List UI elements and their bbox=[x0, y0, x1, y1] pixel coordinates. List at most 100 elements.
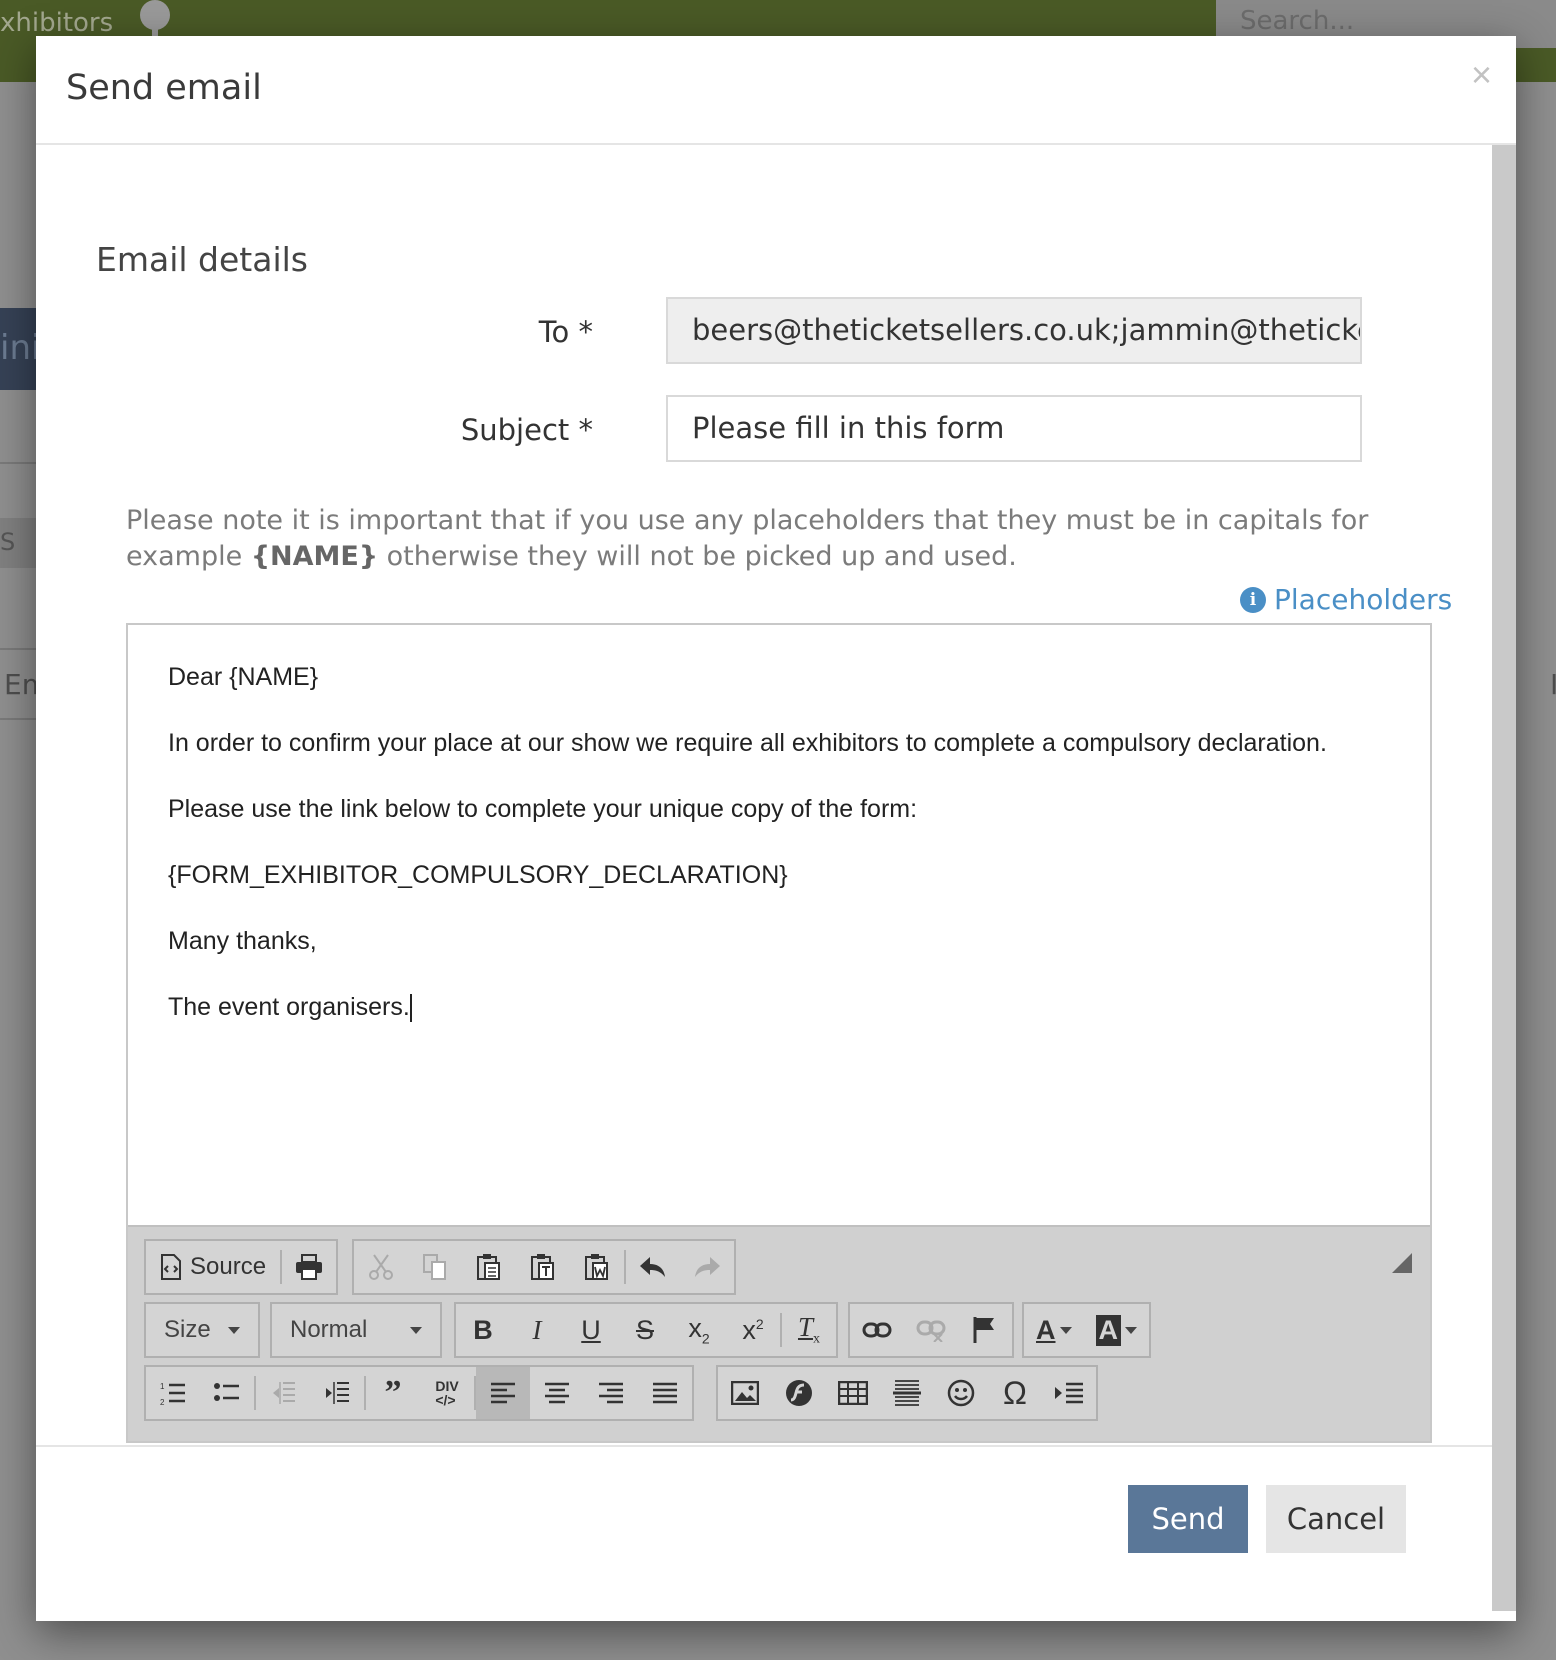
editor-paragraph: Many thanks, bbox=[168, 927, 317, 955]
toolbar-group-links bbox=[848, 1302, 1014, 1358]
font-size-label: Size bbox=[164, 1316, 211, 1343]
cancel-button[interactable]: Cancel bbox=[1266, 1485, 1406, 1553]
horizontal-rule-icon bbox=[893, 1380, 921, 1406]
smiley-icon bbox=[947, 1379, 975, 1407]
placeholders-link[interactable]: i Placeholders bbox=[1240, 583, 1452, 616]
editor-paragraph: The event organisers. bbox=[168, 993, 410, 1021]
copy-icon bbox=[423, 1254, 446, 1280]
create-div-button[interactable]: DIV </> bbox=[420, 1367, 474, 1419]
cut-icon bbox=[369, 1254, 393, 1280]
underline-button[interactable]: U bbox=[564, 1304, 618, 1356]
format-label: Normal bbox=[290, 1316, 368, 1343]
link-icon bbox=[862, 1322, 892, 1338]
strikethrough-icon: S bbox=[635, 1314, 654, 1345]
numbered-list-button[interactable]: 12 bbox=[146, 1367, 200, 1419]
special-char-button[interactable]: Ω bbox=[988, 1367, 1042, 1419]
send-button[interactable]: Send bbox=[1128, 1485, 1248, 1553]
chevron-down-icon bbox=[1059, 1326, 1072, 1334]
image-button[interactable] bbox=[718, 1367, 772, 1419]
outdent-icon bbox=[273, 1382, 295, 1404]
print-button[interactable] bbox=[282, 1241, 336, 1293]
toolbar-group-insert: Ω bbox=[716, 1365, 1098, 1421]
source-button[interactable]: Source bbox=[146, 1241, 280, 1293]
modal-footer: Send Cancel bbox=[36, 1445, 1492, 1621]
modal-scrollbar[interactable] bbox=[1492, 145, 1516, 1611]
justify-button[interactable] bbox=[638, 1367, 692, 1419]
quote-icon: ” bbox=[384, 1374, 402, 1411]
scrollbar-thumb[interactable] bbox=[1492, 145, 1516, 1611]
to-input[interactable]: beers@theticketsellers.co.uk;jammin@thet… bbox=[666, 297, 1362, 364]
omega-icon: Ω bbox=[1003, 1374, 1027, 1411]
svg-text:1: 1 bbox=[160, 1382, 165, 1391]
redo-button[interactable] bbox=[680, 1241, 734, 1293]
text-color-button[interactable]: A bbox=[1024, 1304, 1084, 1356]
align-right-button[interactable] bbox=[584, 1367, 638, 1419]
anchor-button[interactable] bbox=[958, 1304, 1012, 1356]
chevron-down-icon bbox=[410, 1326, 422, 1334]
font-size-combo[interactable]: Size bbox=[144, 1302, 260, 1358]
toolbar-group-clipboard bbox=[352, 1239, 736, 1295]
underline-icon: U bbox=[581, 1314, 601, 1345]
note-example: {NAME} bbox=[250, 541, 379, 572]
outdent-button[interactable] bbox=[256, 1367, 310, 1419]
to-label: To * bbox=[538, 315, 593, 349]
svg-text:2: 2 bbox=[160, 1398, 165, 1406]
source-icon bbox=[161, 1254, 181, 1280]
indent-icon bbox=[326, 1382, 349, 1404]
smiley-button[interactable] bbox=[934, 1367, 988, 1419]
subscript-button[interactable]: x2 bbox=[672, 1304, 726, 1356]
section-title: Email details bbox=[96, 240, 308, 279]
flag-icon bbox=[973, 1317, 994, 1343]
print-icon bbox=[296, 1254, 323, 1280]
bold-icon: B bbox=[473, 1314, 493, 1345]
justify-icon bbox=[653, 1382, 677, 1404]
unlink-button[interactable] bbox=[904, 1304, 958, 1356]
page-break-icon bbox=[1055, 1382, 1083, 1404]
paste-text-icon bbox=[531, 1254, 554, 1280]
editor-content[interactable]: Dear {NAME} In order to confirm your pla… bbox=[128, 625, 1430, 1225]
paste-word-button[interactable] bbox=[570, 1241, 624, 1293]
paste-text-button[interactable] bbox=[516, 1241, 570, 1293]
paste-button[interactable] bbox=[462, 1241, 516, 1293]
superscript-icon: x2 bbox=[742, 1314, 764, 1345]
italic-button[interactable]: I bbox=[510, 1304, 564, 1356]
format-combo[interactable]: Normal bbox=[270, 1302, 442, 1358]
background-column-header: I bbox=[1550, 668, 1556, 701]
align-left-button[interactable] bbox=[476, 1367, 530, 1419]
flash-button[interactable] bbox=[772, 1367, 826, 1419]
blockquote-button[interactable]: ” bbox=[366, 1367, 420, 1419]
background-color-icon: A bbox=[1095, 1314, 1121, 1346]
bulleted-list-button[interactable] bbox=[200, 1367, 254, 1419]
flash-icon bbox=[786, 1380, 812, 1406]
subject-input[interactable]: Please fill in this form bbox=[666, 395, 1362, 462]
horizontal-rule-button[interactable] bbox=[880, 1367, 934, 1419]
subject-label: Subject * bbox=[460, 413, 593, 447]
modal-body: Email details To * beers@theticketseller… bbox=[36, 145, 1492, 1445]
superscript-button[interactable]: x2 bbox=[726, 1304, 780, 1356]
editor-paragraph: {FORM_EXHIBITOR_COMPULSORY_DECLARATION} bbox=[168, 861, 788, 889]
strike-button[interactable]: S bbox=[618, 1304, 672, 1356]
undo-icon bbox=[640, 1257, 665, 1277]
resize-handle-icon[interactable] bbox=[1392, 1253, 1412, 1273]
cut-button[interactable] bbox=[354, 1241, 408, 1293]
background-color-button[interactable]: A bbox=[1084, 1304, 1150, 1356]
modal-title: Send email bbox=[66, 68, 262, 108]
indent-button[interactable] bbox=[310, 1367, 364, 1419]
bold-button[interactable]: B bbox=[456, 1304, 510, 1356]
table-button[interactable] bbox=[826, 1367, 880, 1419]
redo-icon bbox=[695, 1257, 720, 1277]
close-button[interactable]: × bbox=[1471, 54, 1492, 96]
editor-paragraph: Dear {NAME} bbox=[168, 663, 319, 691]
toolbar-group-basicstyles: B I U S x2 x2 Tx bbox=[454, 1302, 838, 1358]
placeholder-note: Please note it is important that if you … bbox=[126, 503, 1456, 575]
editor-toolbar: Source Size Normal B I U S x2 x2 Tx A A … bbox=[128, 1225, 1430, 1441]
editor-paragraph-last: The event organisers. bbox=[168, 991, 1390, 1024]
align-center-icon bbox=[545, 1382, 569, 1404]
undo-button[interactable] bbox=[626, 1241, 680, 1293]
unlink-icon bbox=[916, 1320, 946, 1342]
align-center-button[interactable] bbox=[530, 1367, 584, 1419]
page-break-button[interactable] bbox=[1042, 1367, 1096, 1419]
copy-button[interactable] bbox=[408, 1241, 462, 1293]
link-button[interactable] bbox=[850, 1304, 904, 1356]
remove-format-button[interactable]: Tx bbox=[782, 1304, 836, 1356]
